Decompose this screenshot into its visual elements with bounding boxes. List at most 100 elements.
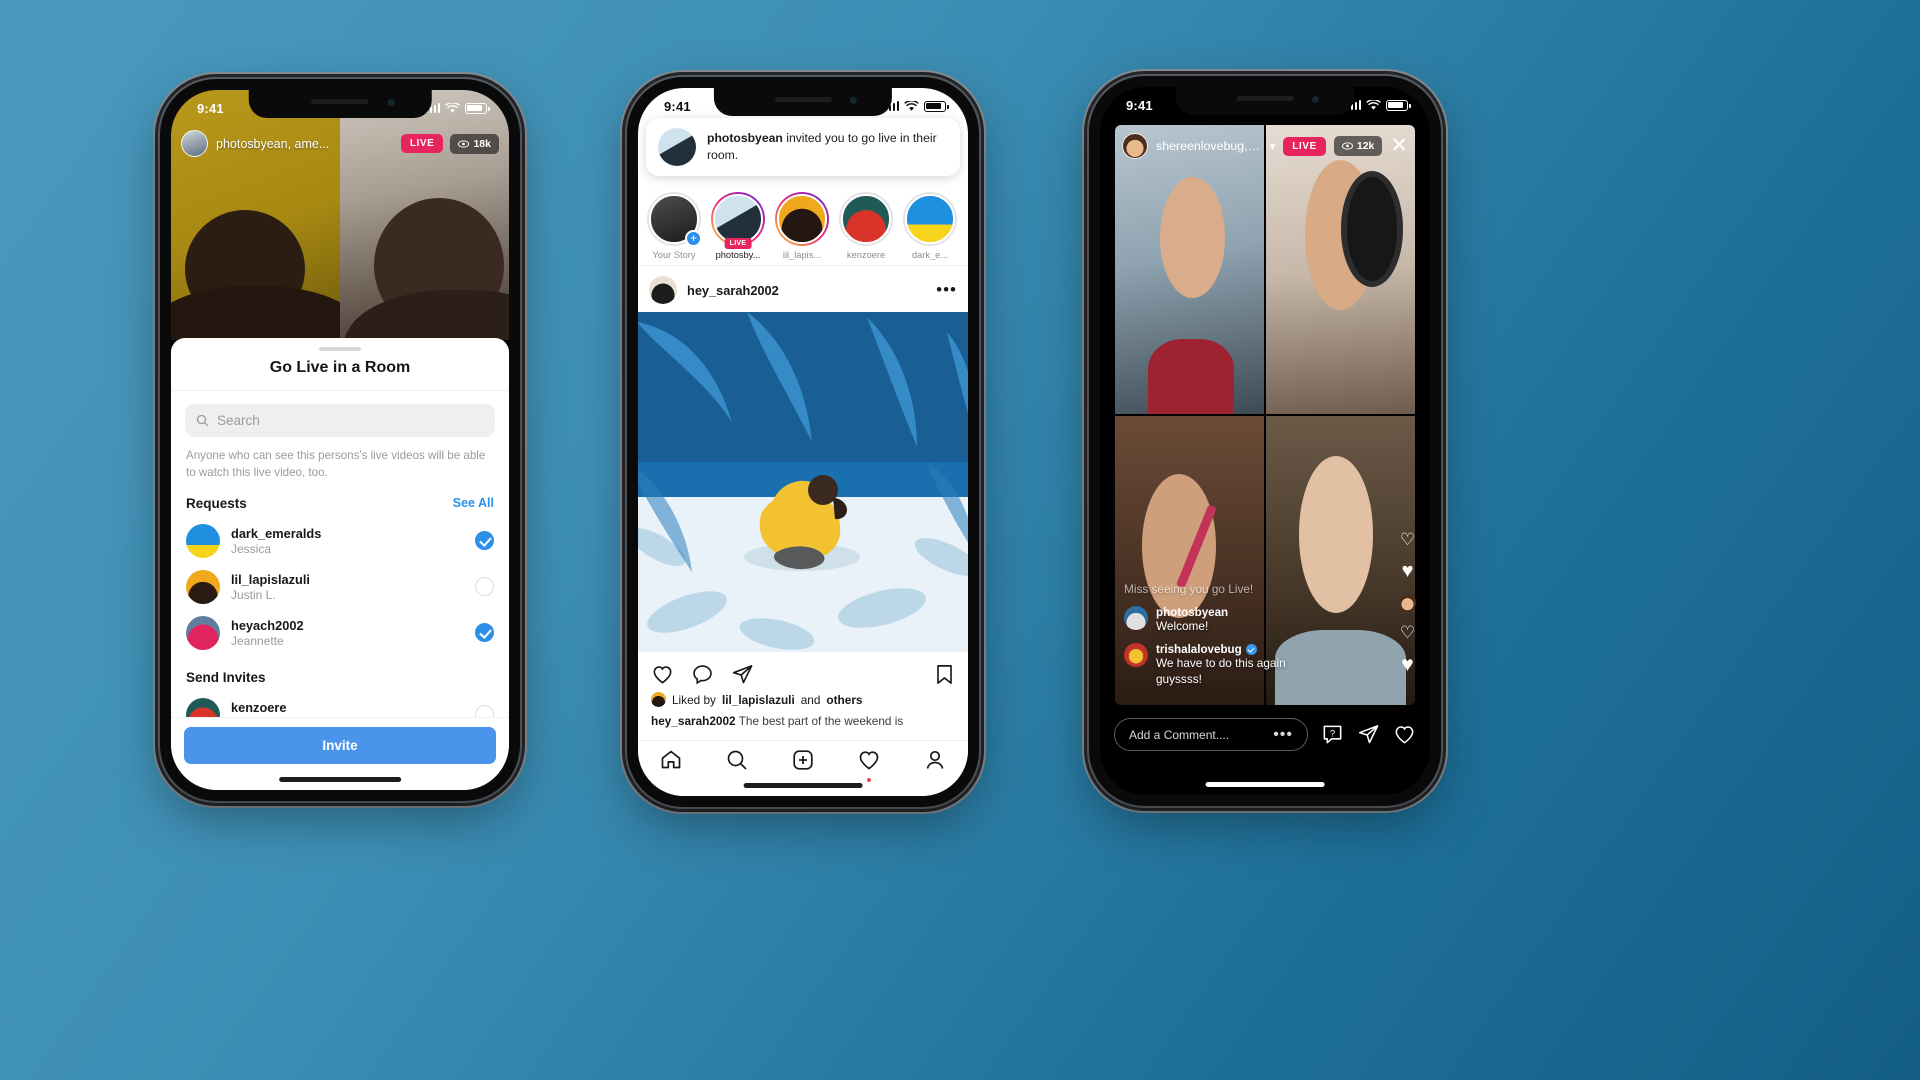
live-tile-right[interactable] xyxy=(340,90,509,340)
battery-icon xyxy=(465,102,490,114)
requests-section-header: Requests See All xyxy=(171,482,509,518)
like-heart-icon[interactable] xyxy=(1393,723,1416,746)
story-live-badge: LIVE xyxy=(724,238,752,249)
live-room-user[interactable]: shereenlovebug, n... ▾ xyxy=(1122,133,1275,159)
comment-username[interactable]: trishalalovebug xyxy=(1156,643,1329,656)
send-invites-label: Send Invites xyxy=(186,669,266,685)
add-comment-input[interactable]: Add a Comment.... ••• xyxy=(1114,718,1308,751)
send-invites-section-header: Send Invites xyxy=(171,656,509,692)
home-indicator xyxy=(1205,782,1325,787)
comments-list: Miss seeing you go Live! photosbyean Wel… xyxy=(1124,573,1329,687)
live-username: photosbyean, ame... xyxy=(216,136,330,151)
wifi-icon xyxy=(1366,99,1381,110)
question-icon[interactable]: ? xyxy=(1321,723,1344,746)
share-icon[interactable] xyxy=(1357,723,1380,746)
story-label: dark_e... xyxy=(911,250,949,260)
post-more-icon[interactable]: ••• xyxy=(936,281,957,298)
tab-home[interactable] xyxy=(659,748,683,777)
wifi-icon xyxy=(445,102,460,113)
notch xyxy=(713,88,893,116)
select-checkbox[interactable] xyxy=(475,577,494,597)
liked-by-others[interactable]: others xyxy=(826,693,862,707)
banner-username: photosbyean xyxy=(707,130,783,145)
story-photosbyean[interactable]: LIVE photosby... xyxy=(711,192,765,265)
story-lil-lapis[interactable]: lil_lapis... xyxy=(775,192,829,265)
heart-icon: ♥ xyxy=(1401,560,1414,582)
tab-search[interactable] xyxy=(725,748,749,777)
select-checkbox[interactable] xyxy=(475,623,494,643)
live-badge: LIVE xyxy=(1283,136,1326,156)
home-indicator xyxy=(279,777,401,782)
list-item[interactable]: lil_lapislazuli Justin L. xyxy=(171,564,509,610)
story-your-story[interactable]: + Your Story xyxy=(647,192,702,265)
comment-text: Miss seeing you go Live! xyxy=(1124,581,1254,596)
wifi-icon xyxy=(904,100,919,111)
comment-more-icon[interactable]: ••• xyxy=(1273,727,1293,743)
stories-tray[interactable]: + Your Story LIVE photosby... lil_lapis.… xyxy=(638,188,968,266)
username: dark_emeralds xyxy=(231,525,322,541)
phone-1-go-live-room: photosbyean, ame... LIVE 18k 9:41 Go Liv… xyxy=(160,79,520,801)
post-illustration xyxy=(638,312,968,652)
liked-by-suffix: and xyxy=(800,692,821,707)
live-room-username: shereenlovebug, n... xyxy=(1156,139,1262,153)
comment-item: photosbyean Welcome! xyxy=(1124,606,1329,634)
invite-button[interactable]: Invite xyxy=(184,727,496,764)
see-all-link[interactable]: See All xyxy=(453,496,494,510)
avatar xyxy=(651,692,666,707)
bookmark-icon[interactable] xyxy=(934,663,955,686)
avatar xyxy=(658,128,696,166)
liked-by-username[interactable]: lil_lapislazuli xyxy=(722,693,795,707)
caption-text: The best part of the weekend is xyxy=(735,714,904,728)
story-kenzoere[interactable]: kenzoere xyxy=(839,192,893,265)
close-icon[interactable]: ✕ xyxy=(1390,135,1408,156)
share-icon[interactable] xyxy=(731,663,754,686)
list-item[interactable]: heyach2002 Jeannette xyxy=(171,610,509,656)
status-time: 9:41 xyxy=(1126,97,1153,113)
add-story-icon[interactable]: + xyxy=(685,230,702,247)
avatar xyxy=(186,523,220,558)
comment-text: We have to do this again guyssss! xyxy=(1156,656,1286,686)
requests-label: Requests xyxy=(186,495,247,511)
tab-activity[interactable] xyxy=(857,748,881,782)
fullname: Justin L. xyxy=(231,587,276,602)
search-input[interactable]: Search xyxy=(185,404,495,437)
story-label: lil_lapis... xyxy=(782,250,822,260)
avatar xyxy=(186,615,220,650)
comment-icon[interactable] xyxy=(691,663,714,686)
avatar xyxy=(1122,133,1148,159)
heart-icon xyxy=(859,751,879,770)
post-header: hey_sarah2002 ••• xyxy=(638,268,968,312)
list-item[interactable]: dark_emeralds Jessica xyxy=(171,518,509,564)
post-username[interactable]: hey_sarah2002 xyxy=(687,283,926,298)
like-icon[interactable] xyxy=(651,663,674,686)
username: heyach2002 xyxy=(231,617,304,633)
search-placeholder: Search xyxy=(217,413,260,428)
live-invite-banner[interactable]: photosbyean invited you to go live in th… xyxy=(646,118,960,176)
live-cell-1[interactable] xyxy=(1115,125,1264,414)
eye-icon xyxy=(1341,142,1353,150)
story-dark-emeralds[interactable]: dark_e... xyxy=(903,192,957,265)
select-checkbox[interactable] xyxy=(475,531,494,551)
tab-profile[interactable] xyxy=(923,748,947,777)
live-user[interactable]: photosbyean, ame... xyxy=(181,130,394,157)
sheet-title: Go Live in a Room xyxy=(171,351,509,391)
eye-icon xyxy=(458,139,470,148)
heart-icon: ♡ xyxy=(1399,530,1416,549)
live-tile-left[interactable] xyxy=(171,90,340,340)
chevron-down-icon[interactable]: ▾ xyxy=(1270,140,1276,153)
avatar xyxy=(186,569,220,604)
live-video-grid xyxy=(171,90,509,340)
avatar[interactable] xyxy=(1124,606,1148,631)
live-room-header: shereenlovebug, n... ▾ LIVE 12k ✕ xyxy=(1122,133,1408,159)
post-image[interactable] xyxy=(638,312,968,652)
tab-create[interactable] xyxy=(791,748,815,777)
live-cell-2[interactable] xyxy=(1266,125,1415,414)
caption-username[interactable]: hey_sarah2002 xyxy=(651,714,736,728)
avatar[interactable] xyxy=(1124,643,1148,668)
comment-username[interactable]: photosbyean xyxy=(1156,606,1329,619)
viewer-count: 12k xyxy=(1356,140,1375,152)
avatar[interactable] xyxy=(649,276,677,304)
story-label: kenzoere xyxy=(846,250,886,260)
username: kenzoere xyxy=(231,699,287,715)
home-icon xyxy=(661,750,681,769)
